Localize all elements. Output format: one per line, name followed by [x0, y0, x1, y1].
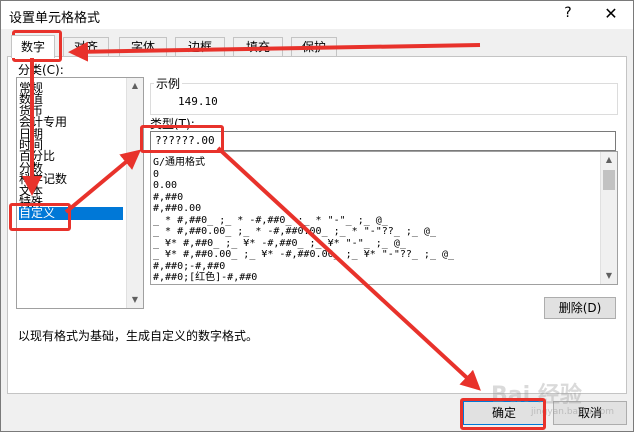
annotation-arrows	[22, 41, 481, 391]
arrow-to-number-tab	[68, 41, 481, 62]
arrow-to-ok-button	[216, 146, 481, 391]
arrow-to-type-input	[64, 149, 142, 214]
tab-number[interactable]: 数字	[11, 35, 55, 58]
